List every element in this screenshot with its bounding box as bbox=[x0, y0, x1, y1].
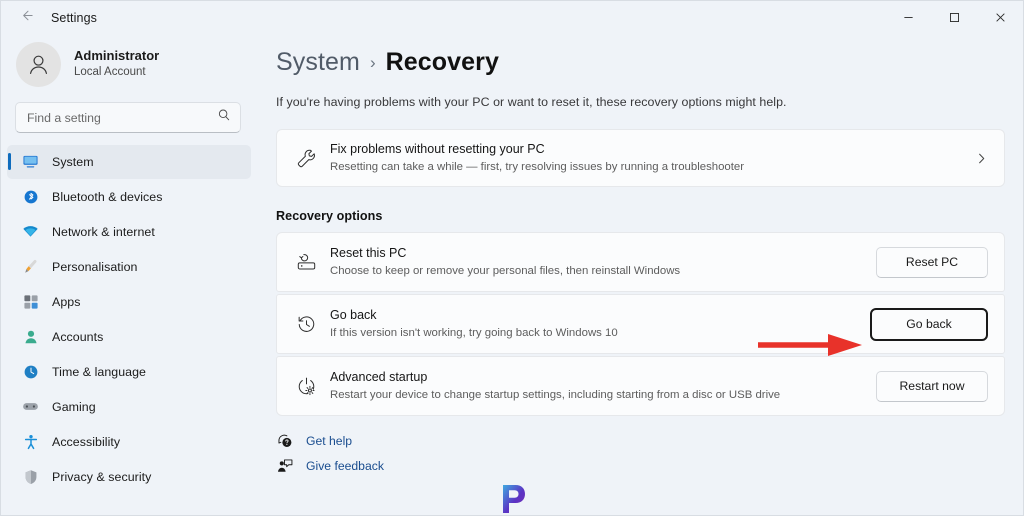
breadcrumb: System › Recovery bbox=[276, 48, 1005, 77]
chevron-right-icon bbox=[967, 152, 988, 165]
sidebar-item-system[interactable]: System bbox=[7, 145, 251, 179]
p-logo-watermark bbox=[499, 483, 529, 515]
option-subtitle: Choose to keep or remove your personal f… bbox=[330, 264, 681, 277]
option-row-go-back: Go back If this version isn't working, t… bbox=[276, 294, 1005, 354]
sidebar-item-network-internet[interactable]: Network & internet bbox=[7, 215, 251, 249]
troubleshoot-card[interactable]: Fix problems without resetting your PC R… bbox=[276, 129, 1005, 187]
clock-globe-icon bbox=[22, 363, 39, 380]
sidebar-item-privacy-security[interactable]: Privacy & security bbox=[7, 460, 251, 494]
account-block[interactable]: Administrator Local Account bbox=[1, 34, 257, 94]
sidebar-item-apps[interactable]: Apps bbox=[7, 285, 251, 319]
sidebar-item-label: Time & language bbox=[52, 364, 146, 379]
sidebar-item-label: Bluetooth & devices bbox=[52, 189, 163, 204]
sidebar-item-label: Privacy & security bbox=[52, 469, 152, 484]
wrench-icon bbox=[293, 148, 319, 169]
option-subtitle: Restart your device to change startup se… bbox=[330, 388, 781, 401]
apps-icon bbox=[22, 293, 39, 310]
sidebar-item-accessibility[interactable]: Accessibility bbox=[7, 425, 251, 459]
search-box[interactable] bbox=[15, 102, 241, 133]
breadcrumb-parent[interactable]: System bbox=[276, 48, 360, 77]
sidebar: Administrator Local Account Find a setti… bbox=[1, 34, 257, 515]
accessibility-icon bbox=[22, 433, 39, 450]
option-row-reset-this-pc: Reset this PC Choose to keep or remove y… bbox=[276, 232, 1005, 292]
reset-pc-icon bbox=[293, 252, 319, 273]
maximize-button[interactable] bbox=[931, 1, 977, 34]
page-description: If you're having problems with your PC o… bbox=[276, 95, 787, 109]
section-heading: Recovery options bbox=[276, 209, 383, 223]
sidebar-item-gaming[interactable]: Gaming bbox=[7, 390, 251, 424]
feedback-person-icon bbox=[276, 458, 294, 474]
sidebar-item-label: Network & internet bbox=[52, 224, 155, 239]
go-back-button[interactable]: Go back bbox=[870, 307, 988, 341]
sidebar-item-personalisation[interactable]: Personalisation bbox=[7, 250, 251, 284]
close-button[interactable] bbox=[977, 1, 1023, 34]
arrow-left-icon bbox=[19, 8, 34, 28]
account-name: Administrator bbox=[74, 48, 160, 64]
back-button[interactable] bbox=[10, 2, 42, 34]
footer-links: Get help Give feedback bbox=[276, 433, 1005, 474]
monitor-icon bbox=[22, 153, 39, 170]
recovery-options-group: Reset this PC Choose to keep or remove y… bbox=[276, 232, 1005, 416]
give-feedback-link[interactable]: Give feedback bbox=[276, 458, 1005, 474]
help-question-icon bbox=[276, 433, 294, 449]
sidebar-item-label: Gaming bbox=[52, 399, 96, 414]
option-title: Go back bbox=[330, 308, 377, 323]
paintbrush-icon bbox=[22, 258, 39, 275]
sidebar-nav: System Bluetooth & devices Network & int… bbox=[1, 143, 257, 495]
app-title: Settings bbox=[51, 10, 97, 25]
sidebar-item-time-language[interactable]: Time & language bbox=[7, 355, 251, 389]
history-clock-icon bbox=[293, 314, 319, 335]
sidebar-item-label: Personalisation bbox=[52, 259, 138, 274]
sidebar-item-bluetooth-devices[interactable]: Bluetooth & devices bbox=[7, 180, 251, 214]
minimize-button[interactable] bbox=[885, 1, 931, 34]
sidebar-item-accounts[interactable]: Accounts bbox=[7, 320, 251, 354]
content-pane: System › Recovery If you're having probl… bbox=[257, 34, 1023, 515]
link-label: Get help bbox=[306, 434, 353, 448]
card-subtitle: Resetting can take a while — first, try … bbox=[330, 160, 745, 173]
sidebar-item-label: Apps bbox=[52, 294, 81, 309]
restart-now-button[interactable]: Restart now bbox=[876, 370, 988, 402]
search-input[interactable] bbox=[27, 110, 217, 125]
shield-icon bbox=[22, 468, 39, 485]
sidebar-item-label: Accounts bbox=[52, 329, 104, 344]
gamepad-icon bbox=[22, 398, 39, 415]
window-body: Administrator Local Account Find a setti… bbox=[1, 34, 1023, 515]
account-icon bbox=[22, 328, 39, 345]
link-label: Give feedback bbox=[306, 459, 384, 473]
option-title: Reset this PC bbox=[330, 246, 407, 261]
sidebar-item-label: Accessibility bbox=[52, 434, 121, 449]
account-subtitle: Local Account bbox=[74, 66, 146, 79]
reset-pc-button[interactable]: Reset PC bbox=[876, 246, 988, 278]
title-bar: Settings bbox=[1, 1, 1023, 34]
option-title: Advanced startup bbox=[330, 370, 428, 385]
avatar bbox=[16, 41, 61, 87]
wifi-icon bbox=[22, 223, 39, 240]
bluetooth-icon bbox=[22, 188, 39, 205]
page-title: Recovery bbox=[385, 48, 499, 76]
chevron-right-icon: › bbox=[369, 53, 376, 72]
sidebar-item-label: System bbox=[52, 154, 94, 169]
option-subtitle: If this version isn't working, try going… bbox=[330, 326, 618, 339]
settings-window: Settings Administrator Local Account Fin… bbox=[0, 0, 1024, 516]
search-icon bbox=[217, 108, 231, 127]
person-icon bbox=[29, 55, 48, 74]
card-title: Fix problems without resetting your PC bbox=[330, 142, 545, 157]
option-row-advanced-startup: Advanced startup Restart your device to … bbox=[276, 356, 1005, 416]
search-wrapper bbox=[1, 94, 257, 143]
get-help-link[interactable]: Get help bbox=[276, 433, 1005, 449]
window-controls bbox=[885, 1, 1023, 34]
power-gear-icon bbox=[293, 376, 319, 397]
